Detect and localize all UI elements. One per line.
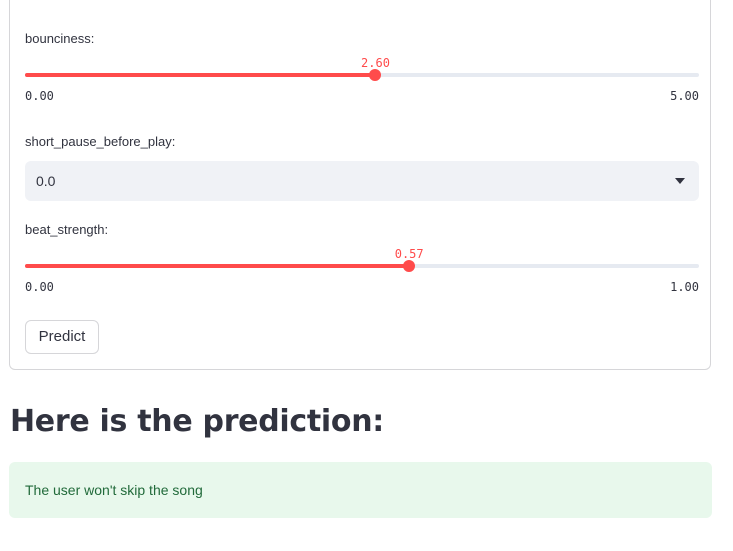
bounciness-label: bounciness: (25, 31, 95, 46)
slider-value: 0.57 (394, 247, 424, 261)
prediction-result-alert: The user won't skip the song (9, 462, 712, 518)
slider-max-label: 5.00 (670, 89, 699, 103)
prediction-message: The user won't skip the song (25, 482, 203, 498)
slider-min-label: 0.00 (25, 280, 54, 294)
slider-thumb[interactable] (403, 260, 416, 272)
predict-button[interactable]: Predict (25, 320, 99, 354)
slider-fill (25, 73, 376, 77)
page: bounciness: 2.60 0.00 5.00 short_pause_b… (0, 0, 733, 551)
bounciness-slider[interactable]: 2.60 0.00 5.00 (25, 56, 699, 116)
beat-strength-slider[interactable]: 0.57 0.00 1.00 (25, 247, 699, 307)
slider-min-label: 0.00 (25, 89, 54, 103)
short-pause-label: short_pause_before_play: (25, 134, 176, 149)
slider-max-label: 1.00 (670, 280, 699, 294)
slider-thumb[interactable] (369, 69, 382, 81)
slider-fill (25, 264, 410, 268)
select-value: 0.0 (36, 173, 56, 189)
prediction-heading: Here is the prediction: (10, 404, 384, 439)
short-pause-select[interactable]: 0.0 (25, 161, 699, 201)
chevron-down-icon[interactable] (675, 178, 685, 184)
beat-strength-label: beat_strength: (25, 222, 109, 237)
slider-value: 2.60 (361, 56, 390, 70)
